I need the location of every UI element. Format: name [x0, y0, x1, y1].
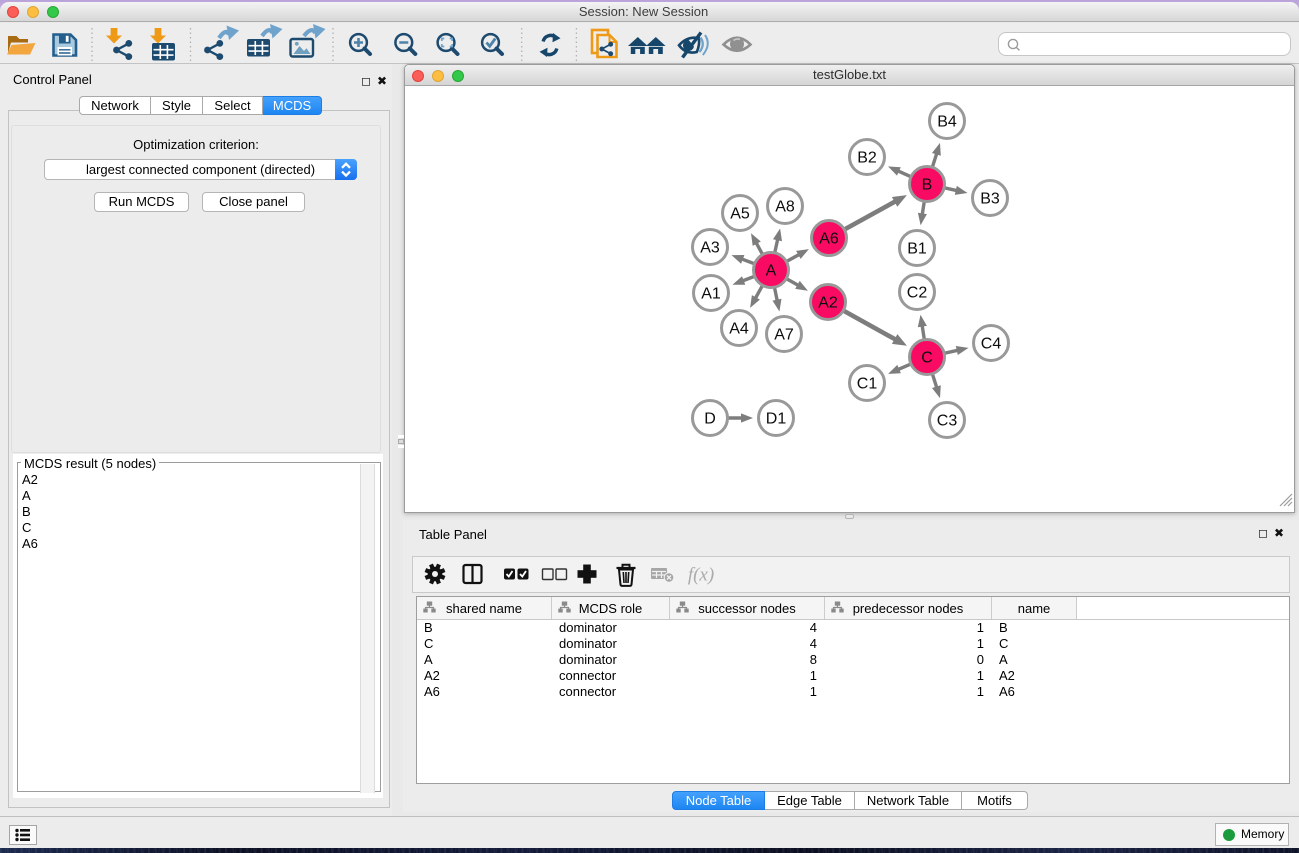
svg-text:D: D: [704, 411, 716, 428]
svg-text:A6: A6: [819, 231, 839, 248]
svg-text:f(x): f(x): [688, 565, 714, 586]
svg-text:B4: B4: [937, 114, 957, 131]
svg-text:A3: A3: [700, 240, 720, 257]
svg-text:B: B: [922, 177, 933, 194]
svg-text:A5: A5: [730, 206, 750, 223]
svg-text:A7: A7: [774, 327, 794, 344]
svg-text:C3: C3: [937, 413, 958, 430]
svg-text:A: A: [766, 263, 777, 280]
svg-text:B3: B3: [980, 191, 1000, 208]
svg-text:C: C: [921, 350, 933, 367]
svg-text:A2: A2: [818, 295, 838, 312]
svg-text:C2: C2: [907, 285, 928, 302]
svg-text:D1: D1: [766, 411, 787, 428]
svg-text:A4: A4: [729, 321, 749, 338]
svg-text:A1: A1: [701, 286, 721, 303]
svg-text:B2: B2: [857, 150, 877, 167]
svg-text:C4: C4: [981, 336, 1002, 353]
svg-text:C1: C1: [857, 376, 878, 393]
svg-text:A8: A8: [775, 199, 795, 216]
svg-text:B1: B1: [907, 241, 927, 258]
